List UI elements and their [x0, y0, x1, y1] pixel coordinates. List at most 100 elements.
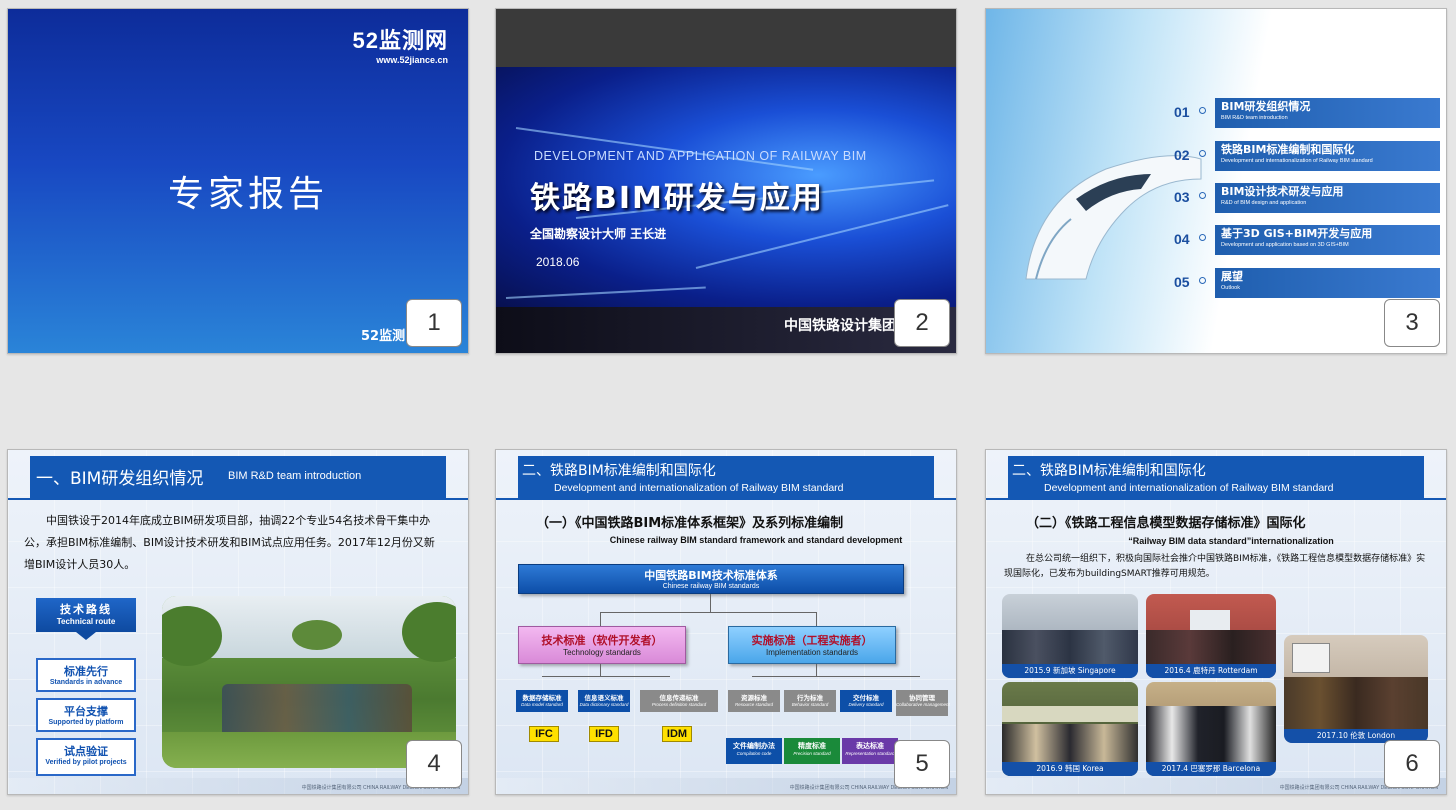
slide-number: 6	[1384, 740, 1440, 788]
body-paragraph: 在总公司统一组织下，积极向国际社会推介中国铁路BIM标准，《铁路工程信息模型数据…	[1004, 554, 1426, 579]
photo-london: 2017.10 伦敦 London	[1284, 635, 1428, 743]
tech-standards-title: 技术标准（软件开发者）	[541, 634, 663, 647]
subsection-title-en: Chinese railway BIM standard framework a…	[609, 535, 903, 545]
impl-standards-title: 实施标准（工程实施者）	[751, 634, 873, 647]
section-header: 二、铁路BIM标准编制和国际化 Development and internat…	[518, 456, 934, 498]
tag-ifd: IFD	[589, 726, 619, 742]
tech-standards-subtitle: Technology standards	[563, 648, 641, 657]
route-item-1: 标准先行 Standards in advance	[36, 658, 136, 692]
toc-number: 01	[1174, 104, 1190, 120]
slide-number: 1	[406, 299, 462, 347]
slide-thumbnail-3[interactable]: 01 BIM研发组织情况 BIM R&D team introduction 0…	[985, 8, 1447, 354]
sub-standard-1: 文件编制办法 Compilation code	[726, 738, 782, 764]
toc-subtitle: R&D of BIM design and application	[1221, 200, 1307, 206]
bullet-circle-icon	[1199, 234, 1206, 241]
sub-standard-2: 精度标准 Precision standard	[784, 738, 840, 764]
leaf-standard-5: 行为标准 Behavior standard	[784, 690, 836, 712]
route-item-3: 试点验证 Verified by pilot projects	[36, 738, 136, 776]
route-item-2: 平台支撑 Supported by platform	[36, 698, 136, 732]
slide-footer: 52监测	[361, 329, 406, 344]
bullet-circle-icon	[1199, 150, 1206, 157]
section-title: 二、铁路BIM标准编制和国际化	[522, 463, 716, 479]
section-title: 二、铁路BIM标准编制和国际化	[1012, 463, 1206, 479]
photo-korea: 2016.9 韩国 Korea	[1002, 682, 1138, 776]
leaf-subtitle: Behavior standard	[791, 702, 829, 707]
photo-caption: 2015.9 新加坡 Singapore	[1002, 664, 1138, 678]
slide-number: 3	[1384, 299, 1440, 347]
company-name: 中国铁路设计集团	[784, 318, 896, 334]
route-item-subtitle: Supported by platform	[48, 719, 124, 726]
leaf-title: 数据存储标准	[522, 694, 562, 702]
photo-barcelona: 2017.4 巴塞罗那 Barcelona	[1146, 682, 1276, 776]
leaf-title: 资源标准	[741, 694, 767, 702]
top-bar	[496, 9, 956, 67]
bullet-circle-icon	[1199, 277, 1206, 284]
technical-route-box: 技术路线 Technical route	[36, 598, 136, 632]
route-title: 技术路线	[60, 603, 112, 616]
impl-standards-box: 实施标准（工程实施者） Implementation standards	[728, 626, 896, 664]
sub-title: 表达标准	[856, 742, 884, 750]
slide-thumbnail-4[interactable]: 一、BIM研发组织情况 BIM R&D team introduction 中国…	[7, 449, 469, 795]
arrow-down-icon	[76, 632, 96, 640]
subsection-title-en: “Railway BIM data standard”international…	[1128, 536, 1334, 546]
leaf-subtitle: Data model standard	[521, 702, 563, 707]
leaf-standard-6: 交付标准 Delivery standard	[840, 690, 892, 712]
leaf-standard-4: 资源标准 Resource standard	[728, 690, 780, 712]
sub-title: 精度标准	[798, 742, 826, 750]
toc-number: 04	[1174, 231, 1190, 247]
section-title-en: Development and internationalization of …	[1044, 482, 1334, 494]
leaf-standard-7: 协同管理 Collaborative management	[896, 690, 950, 716]
toc-title: 展望	[1221, 270, 1243, 283]
leaf-standard-3: 信息传递标准 Process definition standard	[640, 690, 718, 712]
route-item-title: 平台支撑	[64, 705, 108, 718]
tag-idm: IDM	[662, 726, 692, 742]
slide-thumbnail-1[interactable]: 52监测网 www.52jiance.cn 专家报告 52监测 1	[7, 8, 469, 354]
toc-title: 铁路BIM标准编制和国际化	[1221, 143, 1355, 156]
toc-subtitle: Development and internationalization of …	[1221, 158, 1373, 164]
leaf-title: 交付标准	[853, 694, 879, 702]
route-item-title: 试点验证	[64, 745, 108, 758]
slide-number: 5	[894, 740, 950, 788]
author: 全国勘察设计大师 王长进	[530, 227, 667, 241]
impl-standards-subtitle: Implementation standards	[765, 648, 859, 657]
slide-thumbnail-2[interactable]: DEVELOPMENT AND APPLICATION OF RAILWAY B…	[495, 8, 957, 354]
slide-subtitle-en: DEVELOPMENT AND APPLICATION OF RAILWAY B…	[534, 149, 867, 163]
framework-root-title: 中国铁路BIM技术标准体系	[644, 569, 778, 582]
slide-number: 4	[406, 740, 462, 788]
section-header: 二、铁路BIM标准编制和国际化 Development and internat…	[1008, 456, 1424, 498]
photo-caption: 2016.9 韩国 Korea	[1002, 762, 1138, 776]
leaf-subtitle: Delivery standard	[848, 702, 884, 707]
toc-number: 05	[1174, 274, 1190, 290]
framework-root-subtitle: Chinese railway BIM standards	[662, 583, 760, 590]
bullet-circle-icon	[1199, 192, 1206, 199]
slide-thumbnail-5[interactable]: 二、铁路BIM标准编制和国际化 Development and internat…	[495, 449, 957, 795]
section-title-en: BIM R&D team introduction	[228, 470, 362, 482]
leaf-subtitle: Collaborative management	[896, 702, 950, 707]
route-item-title: 标准先行	[64, 665, 108, 678]
sub-title: 文件编制办法	[733, 742, 775, 750]
leaf-standard-2: 信息语义标准 Data dictionary standard	[578, 690, 630, 712]
bullet-circle-icon	[1199, 107, 1206, 114]
body-paragraph: 中国铁设于2014年底成立BIM研发项目部，抽调22个专业54名技术骨干集中办公…	[24, 514, 435, 571]
toc-number: 02	[1174, 147, 1190, 163]
leaf-title: 信息语义标准	[584, 694, 624, 702]
route-title-en: Technical route	[56, 617, 116, 626]
slide-title: 专家报告	[167, 174, 328, 215]
slide-title: 铁路BIM研发与应用	[530, 181, 824, 216]
photo-singapore: 2015.9 新加坡 Singapore	[1002, 594, 1138, 678]
toc-title: 基于3D GIS+BIM开发与应用	[1221, 227, 1373, 240]
toc-title: BIM设计技术研发与应用	[1221, 185, 1344, 198]
sub-subtitle: Representation standard	[845, 751, 895, 756]
leaf-subtitle: Process definition standard	[651, 702, 707, 707]
section-title: 一、BIM研发组织情况	[36, 469, 204, 489]
logo-main: 52监测网	[352, 28, 448, 53]
date: 2018.06	[536, 255, 580, 269]
tag-ifc: IFC	[529, 726, 559, 742]
toc-title: BIM研发组织情况	[1221, 100, 1311, 113]
leaf-subtitle: Resource standard	[734, 702, 774, 707]
slide-thumbnail-6[interactable]: 二、铁路BIM标准编制和国际化 Development and internat…	[985, 449, 1447, 795]
sub-subtitle: Precision standard	[793, 751, 831, 756]
subsection-title: （二）《铁路工程信息模型数据存储标准》国际化	[1026, 516, 1306, 531]
toc-number: 03	[1174, 189, 1190, 205]
logo-url: www.52jiance.cn	[376, 55, 448, 65]
